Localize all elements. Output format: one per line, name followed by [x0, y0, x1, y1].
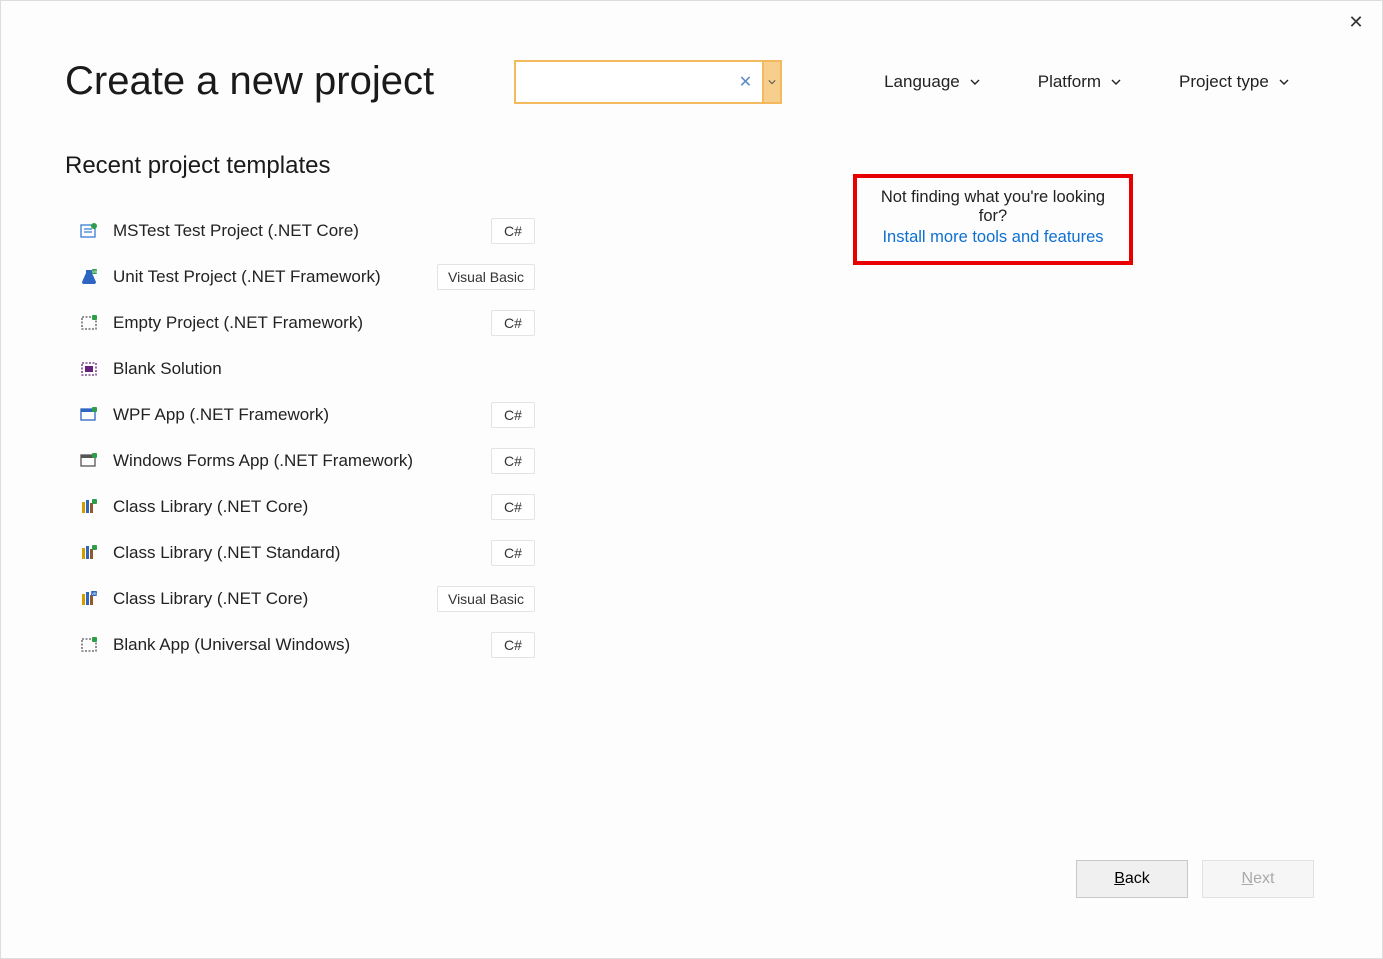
template-language-badge: Visual Basic [437, 586, 535, 612]
template-row[interactable]: Class Library (.NET Core)C# [65, 484, 685, 530]
template-name: Class Library (.NET Core) [113, 589, 437, 609]
template-row[interactable]: Class Library (.NET Standard)C# [65, 530, 685, 576]
next-button-label: Next [1242, 870, 1275, 888]
template-language-badge: C# [491, 402, 535, 428]
mstest-icon [79, 221, 99, 241]
template-language-badge: C# [491, 448, 535, 474]
template-row[interactable]: Empty Project (.NET Framework)C# [65, 300, 685, 346]
filter-project-type[interactable]: Project type [1175, 66, 1293, 98]
template-row[interactable]: WPF App (.NET Framework)C# [65, 392, 685, 438]
close-icon: ✕ [1348, 12, 1363, 33]
close-button[interactable]: ✕ [1336, 7, 1376, 37]
winforms-icon [79, 451, 99, 471]
recent-heading: Recent project templates [65, 152, 685, 180]
chevron-down-icon [1111, 77, 1121, 87]
template-row[interactable]: VB Unit Test Project (.NET Framework)Visu… [65, 254, 685, 300]
template-row[interactable]: Blank Solution [65, 346, 685, 392]
install-more-link[interactable]: Install more tools and features [879, 228, 1107, 247]
template-name: Empty Project (.NET Framework) [113, 313, 491, 333]
back-button-label: Back [1114, 870, 1150, 888]
filter-project-type-label: Project type [1179, 72, 1269, 92]
left-column: Recent project templates MSTest Test Pro… [65, 152, 685, 668]
right-column: Not finding what you're looking for? Ins… [725, 152, 1322, 668]
template-name: Windows Forms App (.NET Framework) [113, 451, 491, 471]
template-name: MSTest Test Project (.NET Core) [113, 221, 491, 241]
classlib-icon [79, 543, 99, 563]
template-name: WPF App (.NET Framework) [113, 405, 491, 425]
svg-text:VB: VB [92, 269, 98, 274]
wpf-icon [79, 405, 99, 425]
back-button[interactable]: Back [1076, 860, 1188, 898]
template-language-badge: C# [491, 632, 535, 658]
filter-platform-label: Platform [1038, 72, 1101, 92]
template-name: Class Library (.NET Core) [113, 497, 491, 517]
template-row[interactable]: MSTest Test Project (.NET Core)C# [65, 208, 685, 254]
clear-icon[interactable]: ✕ [735, 72, 756, 92]
chevron-down-icon [1279, 77, 1289, 87]
search-input[interactable] [526, 73, 735, 91]
search-box[interactable]: ✕ [514, 60, 762, 104]
template-language-badge: C# [491, 310, 535, 336]
template-language-badge: Visual Basic [437, 264, 535, 290]
template-row[interactable]: VB Class Library (.NET Core)Visual Basic [65, 576, 685, 622]
content-area: Recent project templates MSTest Test Pro… [1, 104, 1382, 668]
template-name: Unit Test Project (.NET Framework) [113, 267, 437, 287]
template-row[interactable]: Blank App (Universal Windows)C# [65, 622, 685, 668]
solution-icon [79, 359, 99, 379]
template-language-badge: C# [491, 494, 535, 520]
filter-platform[interactable]: Platform [1034, 66, 1125, 98]
classlib-vb-icon: VB [79, 589, 99, 609]
chevron-down-icon [768, 78, 776, 86]
page-title: Create a new project [65, 59, 434, 104]
search-group: ✕ [514, 60, 782, 104]
empty-icon [79, 635, 99, 655]
template-name: Blank Solution [113, 359, 685, 379]
filter-language-label: Language [884, 72, 960, 92]
template-language-badge: C# [491, 540, 535, 566]
filter-language[interactable]: Language [880, 66, 984, 98]
classlib-icon [79, 497, 99, 517]
next-button: Next [1202, 860, 1314, 898]
chevron-down-icon [970, 77, 980, 87]
dialog-window: ✕ Create a new project ✕ Language Platfo… [0, 0, 1383, 959]
svg-text:VB: VB [91, 591, 97, 596]
template-language-badge: C# [491, 218, 535, 244]
empty-icon [79, 313, 99, 333]
install-more-callout: Not finding what you're looking for? Ins… [853, 174, 1133, 265]
search-dropdown-button[interactable] [762, 60, 782, 104]
footer-buttons: Back Next [1076, 860, 1314, 898]
promo-text: Not finding what you're looking for? [879, 188, 1107, 226]
header-row: Create a new project ✕ Language Platform… [1, 1, 1382, 104]
template-name: Blank App (Universal Windows) [113, 635, 491, 655]
flask-icon: VB [79, 267, 99, 287]
template-list: MSTest Test Project (.NET Core)C#VBUnit … [65, 208, 685, 668]
filter-bar: Language Platform Project type [880, 66, 1293, 98]
template-row[interactable]: Windows Forms App (.NET Framework)C# [65, 438, 685, 484]
template-name: Class Library (.NET Standard) [113, 543, 491, 563]
